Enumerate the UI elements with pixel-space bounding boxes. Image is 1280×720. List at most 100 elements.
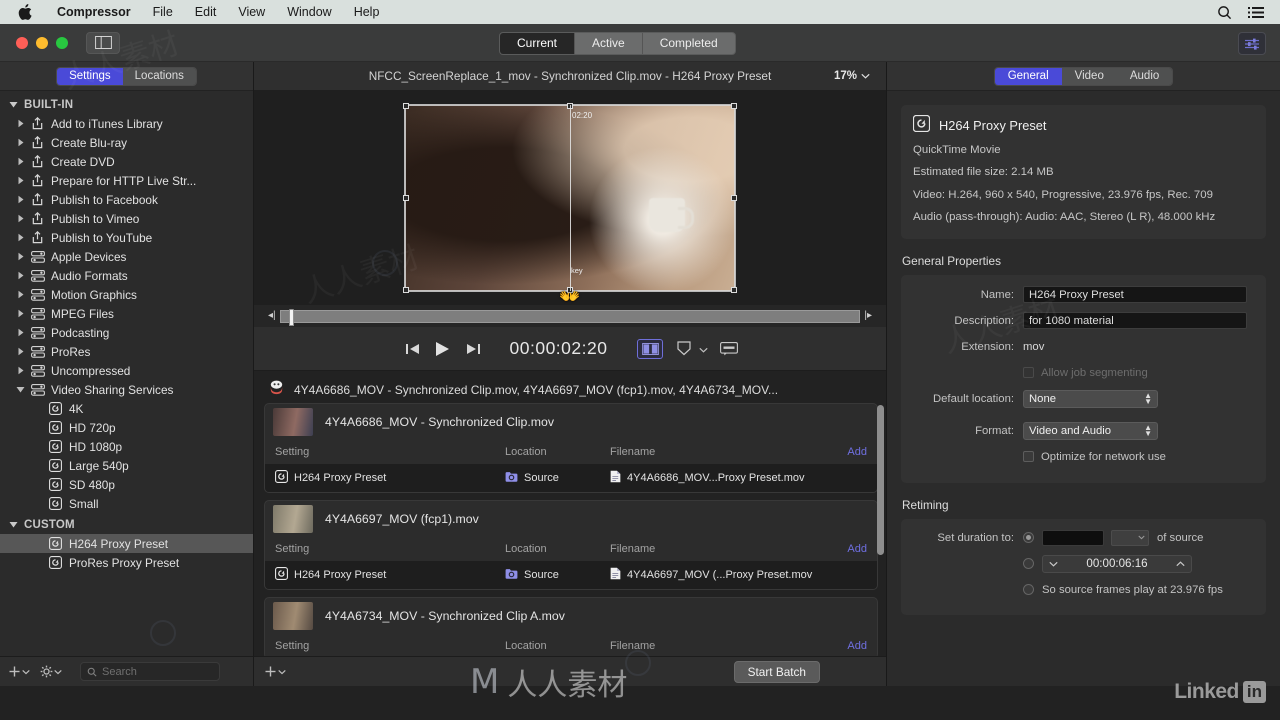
scrubber-track[interactable] [279,308,861,326]
settings-action-button[interactable] [40,665,62,678]
start-batch-button[interactable]: Start Batch [733,660,820,683]
crop-handle-top-left[interactable] [403,103,409,109]
sidebar-item-small[interactable]: Small [0,494,253,513]
description-field[interactable]: for 1080 material [1023,312,1247,330]
duration-unit-select[interactable] [1111,529,1149,546]
job-output-row[interactable]: H264 Proxy Preset Source 4Y4A6697_MOV (...… [265,561,877,589]
optimize-checkbox[interactable] [1023,451,1034,463]
crop-handle-top-right[interactable] [731,103,737,109]
sidebar-item-publish-to-vimeo[interactable]: Publish to Vimeo [0,209,253,228]
disclosure-triangle-collapsed-icon[interactable] [17,364,25,378]
name-field[interactable]: H264 Proxy Preset [1023,286,1247,304]
sidebar-item-publish-to-facebook[interactable]: Publish to Facebook [0,190,253,209]
tab-audio[interactable]: Audio [1116,67,1173,85]
job-location-cell[interactable]: Source [505,568,610,583]
sidebar-item-publish-to-youtube[interactable]: Publish to YouTube [0,228,253,247]
transport-timecode[interactable]: 00:00:02:20 [510,338,608,359]
job-row[interactable]: 4Y4A6686_MOV - Synchronized Clip.mov Sett… [264,403,878,493]
sidebar-item-add-to-itunes-library[interactable]: Add to iTunes Library [0,114,253,133]
menu-window[interactable]: Window [276,0,342,24]
split-view-icon[interactable] [637,338,664,359]
crop-handle-bottom-right[interactable] [731,287,737,293]
sidebar-item-create-blu-ray[interactable]: Create Blu-ray [0,133,253,152]
crop-handle-middle-right[interactable] [731,195,737,201]
sidebar-item-sd-480p[interactable]: SD 480p [0,475,253,494]
tab-settings[interactable]: Settings [57,67,123,85]
disclosure-triangle-collapsed-icon[interactable] [17,288,25,302]
crop-handle-bottom-left[interactable] [403,287,409,293]
disclosure-triangle-expanded-icon[interactable] [8,99,19,110]
job-row[interactable]: 4Y4A6697_MOV (fcp1).mov Setting Location Fi… [264,500,878,590]
sidebar-item-hd-1080p[interactable]: HD 1080p [0,437,253,456]
job-setting-cell[interactable]: H264 Proxy Preset [275,567,505,583]
sidebar-item-podcasting[interactable]: Podcasting [0,323,253,342]
skip-forward-icon[interactable] [458,336,488,362]
preview-scrubber[interactable]: ◂| |▸ [254,305,886,327]
control-center-list-icon[interactable] [1248,6,1264,19]
job-filename-cell[interactable]: 4Y4A6686_MOV...Proxy Preset.mov [610,470,827,486]
search-input[interactable]: Search [80,662,220,681]
scrubber-end-icon[interactable]: |▸ [864,311,872,321]
job-filename-cell[interactable]: 4Y4A6697_MOV (...Proxy Preset.mov [610,567,827,583]
menu-compressor[interactable]: Compressor [46,0,142,24]
disclosure-triangle-collapsed-icon[interactable] [17,174,25,188]
disclosure-triangle-expanded-icon[interactable] [8,519,19,530]
disclosure-triangle-collapsed-icon[interactable] [17,250,25,264]
disclosure-triangle-collapsed-icon[interactable] [17,326,25,340]
disclosure-triangle-collapsed-icon[interactable] [17,345,25,359]
duration-percent-field[interactable] [1042,529,1104,546]
marker-chevron-down-icon[interactable] [699,340,709,358]
disclosure-triangle-collapsed-icon[interactable] [17,307,25,321]
marker-shield-icon[interactable] [671,339,697,359]
duration-timecode-radio[interactable] [1023,558,1034,570]
duration-percent-radio[interactable] [1023,532,1034,544]
minimize-button[interactable] [36,36,48,49]
disclosure-triangle-collapsed-icon[interactable] [17,117,25,131]
tab-locations[interactable]: Locations [122,67,196,85]
job-header[interactable]: 4Y4A6686_MOV - Synchronized Clip.mov [265,404,877,440]
zoom-button[interactable] [56,36,68,49]
allow-segmenting-checkbox[interactable] [1023,367,1034,379]
disclosure-triangle-collapsed-icon[interactable] [17,212,25,226]
job-output-row[interactable]: H264 Proxy Preset Source 4Y4A6686_MOV...Pr… [265,464,877,492]
disclosure-triangle-collapsed-icon[interactable] [17,136,25,150]
disclosure-triangle-expanded-icon[interactable] [16,383,25,397]
batch-header[interactable]: 4Y4A6686_MOV - Synchronized Clip.mov, 4Y… [264,377,878,403]
jobs-scrollbar[interactable] [877,405,884,555]
sidebar-item-uncompressed[interactable]: Uncompressed [0,361,253,380]
menu-edit[interactable]: Edit [184,0,228,24]
skip-back-icon[interactable] [398,336,428,362]
settings-sliders-icon[interactable] [1238,32,1266,55]
preview-split-line[interactable]: 02:20 key [570,105,592,291]
settings-tree[interactable]: BUILT-IN Add to iTunes Library Create Blu… [0,91,253,656]
tab-active[interactable]: Active [575,33,643,54]
disclosure-triangle-collapsed-icon[interactable] [17,155,25,169]
play-icon[interactable] [428,336,458,362]
jobs-list[interactable]: 4Y4A6686_MOV - Synchronized Clip.mov, 4Y… [254,371,886,656]
sidebar-item-create-dvd[interactable]: Create DVD [0,152,253,171]
captions-icon[interactable] [716,339,742,359]
sidebar-item-video-sharing-services[interactable]: Video Sharing Services [0,380,253,399]
disclosure-triangle-collapsed-icon[interactable] [17,231,25,245]
tab-video[interactable]: Video [1061,67,1117,85]
add-setting-button[interactable] [8,665,30,678]
format-select[interactable]: Video and Audio ▲ ▼ [1023,421,1158,440]
video-preview-canvas[interactable]: 02:20 key 👐 [254,91,886,305]
job-row[interactable]: 4Y4A6734_MOV - Synchronized Clip A.mov Se… [264,597,878,656]
group-header-custom[interactable]: CUSTOM [0,515,253,534]
add-output-link[interactable]: Add [827,543,867,555]
job-location-cell[interactable]: Source [505,471,610,486]
sidebar-item-h264-proxy-preset[interactable]: H264 Proxy Preset [0,534,253,553]
close-button[interactable] [16,36,28,49]
sidebar-item-hd-720p[interactable]: HD 720p [0,418,253,437]
sidebar-item-motion-graphics[interactable]: Motion Graphics [0,285,253,304]
sidebar-item-mpeg-files[interactable]: MPEG Files [0,304,253,323]
search-icon[interactable] [1217,5,1232,20]
zoom-control[interactable]: 17% [834,70,870,82]
source-frames-radio[interactable] [1023,584,1034,596]
sidebar-item-prepare-for-http-live-str[interactable]: Prepare for HTTP Live Str... [0,171,253,190]
crop-handle-middle-left[interactable] [403,195,409,201]
group-header-built-in[interactable]: BUILT-IN [0,95,253,114]
tab-current[interactable]: Current [500,33,576,54]
scrubber-playhead[interactable] [288,308,294,326]
